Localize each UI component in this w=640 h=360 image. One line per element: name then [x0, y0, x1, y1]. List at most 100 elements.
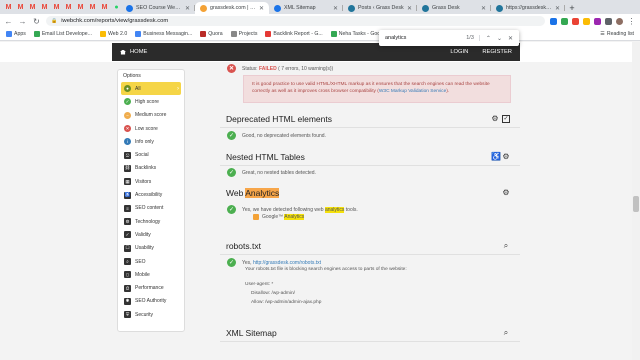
scrollbar-thumb[interactable]	[633, 196, 639, 212]
back-icon[interactable]: ←	[4, 17, 13, 26]
bookmarks-bar: Apps Email List Develope... Web 2.0 Busines…	[0, 28, 640, 41]
close-icon[interactable]: ✕	[259, 5, 264, 12]
option-seo-content[interactable]: ≡ SEO content	[121, 202, 181, 215]
home-icon	[120, 49, 126, 55]
close-icon[interactable]: ✕	[481, 5, 486, 12]
reading-list[interactable]: ☰ Reading list	[600, 31, 634, 37]
address-bar[interactable]: 🔒 iwebchk.com/reports/view/grassdesk.com	[46, 16, 545, 26]
browser-tab[interactable]: Grass Desk ✕	[417, 2, 491, 14]
chevron-down-icon[interactable]: ⌄	[497, 35, 502, 42]
option-low-score[interactable]: ✕ Low score	[121, 122, 181, 135]
option-medium-score[interactable]: − Medium score	[121, 109, 181, 122]
browser-tab[interactable]: XML Sitemap ✕	[269, 2, 343, 14]
extension-icon[interactable]	[583, 17, 590, 25]
gmail-icon[interactable]: M	[4, 3, 13, 12]
gmail-icon[interactable]: M	[28, 3, 37, 12]
favicon-icon	[200, 4, 207, 12]
option-security[interactable]: ⛨ Security	[121, 308, 181, 321]
bookmark-item[interactable]: Business Messagin...	[135, 31, 192, 37]
option-technology[interactable]: ⚙ Technology	[121, 215, 181, 228]
nested-message: Great, no nested tables detected.	[242, 169, 316, 176]
gmail-icon[interactable]: M	[52, 3, 61, 12]
bookmark-item[interactable]: Projects	[230, 31, 257, 37]
home-link[interactable]: HOME	[120, 49, 147, 55]
find-input[interactable]: analytics	[385, 35, 460, 41]
bookmark-item[interactable]: Web 2.0	[100, 31, 127, 37]
search-icon[interactable]: ⌕	[502, 329, 510, 337]
register-link[interactable]: REGISTER	[482, 49, 512, 55]
extension-icon[interactable]	[550, 17, 557, 25]
option-seo[interactable]: ⌕ SEO	[121, 255, 181, 268]
lock-icon: 🔒	[51, 18, 58, 24]
checkbox-icon[interactable]: ✓	[502, 115, 510, 123]
w3c-link[interactable]: W3C Markup Validation Service	[379, 89, 446, 94]
option-info[interactable]: i Info only	[121, 135, 181, 148]
gear-icon[interactable]: ⚙	[502, 153, 510, 161]
option-backlinks[interactable]: ⛓ Backlinks	[121, 162, 181, 175]
extension-icon[interactable]	[572, 17, 579, 25]
forward-icon[interactable]: →	[18, 17, 27, 26]
menu-icon[interactable]: ⋮	[627, 17, 636, 26]
analytics-title-prefix: Web	[226, 188, 246, 198]
browser-tab[interactable]: Posts ‹ Grass Desk ✕	[343, 2, 417, 14]
bookmark-icon	[230, 31, 237, 37]
browser-tab[interactable]: SEO Course Website ✕	[121, 2, 195, 14]
close-icon[interactable]: ✕	[555, 5, 560, 12]
extension-icon[interactable]	[561, 17, 568, 25]
gmail-icon[interactable]: M	[76, 3, 85, 12]
login-link[interactable]: LOGIN	[450, 49, 468, 55]
bookmark-item[interactable]: Quora	[200, 31, 223, 37]
bookmark-icon	[100, 31, 106, 37]
url-text[interactable]: iwebchk.com/reports/view/grassdesk.com	[61, 18, 168, 24]
low-score-icon: ✕	[124, 125, 131, 133]
bookmark-item[interactable]: Apps	[6, 31, 26, 37]
gear-icon[interactable]: ⚙	[491, 115, 499, 123]
gmail-icon[interactable]: M	[16, 3, 25, 12]
avatar[interactable]	[616, 17, 623, 25]
favicon-icon	[422, 4, 429, 12]
accessibility-icon[interactable]: ♿	[491, 153, 501, 161]
new-tab-button[interactable]: +	[565, 2, 579, 14]
gmail-icon[interactable]: M	[64, 3, 73, 12]
close-icon[interactable]: ✕	[508, 35, 513, 42]
option-usability[interactable]: ☐ Usability	[121, 242, 181, 255]
option-visitors[interactable]: ▦ Visitors	[121, 175, 181, 188]
browser-tab[interactable]: grassdesk.com | We ✕	[195, 2, 269, 14]
check-icon: ✓	[227, 258, 236, 267]
chevron-up-icon[interactable]: ⌃	[486, 35, 491, 42]
gmail-icon[interactable]: M	[40, 3, 49, 12]
close-icon[interactable]: ✕	[185, 5, 190, 12]
option-high-score[interactable]: ✓ High score	[121, 95, 181, 108]
options-title: Options	[123, 73, 141, 79]
option-validity[interactable]: ✓ Validity	[121, 228, 181, 241]
option-mobile[interactable]: ▯ Mobile	[121, 268, 181, 281]
analytics-tool-highlight: Analytics	[284, 214, 305, 220]
bookmark-label: Apps	[14, 31, 26, 37]
extension-icon[interactable]	[594, 17, 601, 25]
gmail-icon[interactable]: M	[100, 3, 109, 12]
puzzle-icon[interactable]	[605, 17, 612, 25]
option-label: Technology	[135, 218, 161, 225]
option-performance[interactable]: ⏱ Performance	[121, 281, 181, 294]
gear-icon[interactable]: ⚙	[502, 189, 510, 197]
bookmark-item[interactable]: Backlink Report - G...	[265, 31, 323, 37]
option-label: Backlinks	[135, 165, 157, 172]
option-label: Security	[135, 311, 154, 318]
bookmark-item[interactable]: Email List Develope...	[33, 31, 92, 37]
close-icon[interactable]: ✕	[333, 5, 338, 12]
robots-link[interactable]: http://grassdesk.com/robots.txt	[253, 260, 321, 266]
search-icon[interactable]: ⌕	[502, 242, 510, 250]
option-seo-authority[interactable]: ✱ SEO Authority	[121, 295, 181, 308]
browser-tab[interactable]: https://grassdesk.co ✕	[491, 2, 565, 14]
whatsapp-icon[interactable]: ●	[112, 3, 121, 12]
option-social[interactable]: ⎋ Social	[121, 148, 181, 161]
analytics-message-prefix: Yes, we have detected following web	[242, 206, 325, 213]
close-icon[interactable]: ✕	[407, 5, 412, 12]
reload-icon[interactable]: ↻	[32, 17, 41, 26]
gmail-icon[interactable]: M	[88, 3, 97, 12]
option-accessibility[interactable]: ♿ Accessibility	[121, 188, 181, 201]
option-all[interactable]: ● All ›	[121, 82, 181, 96]
seo-authority-icon: ✱	[124, 297, 131, 305]
analytics-result: ✓ Yes, we have detected following web an…	[227, 205, 358, 214]
bookmark-icon	[33, 31, 40, 37]
